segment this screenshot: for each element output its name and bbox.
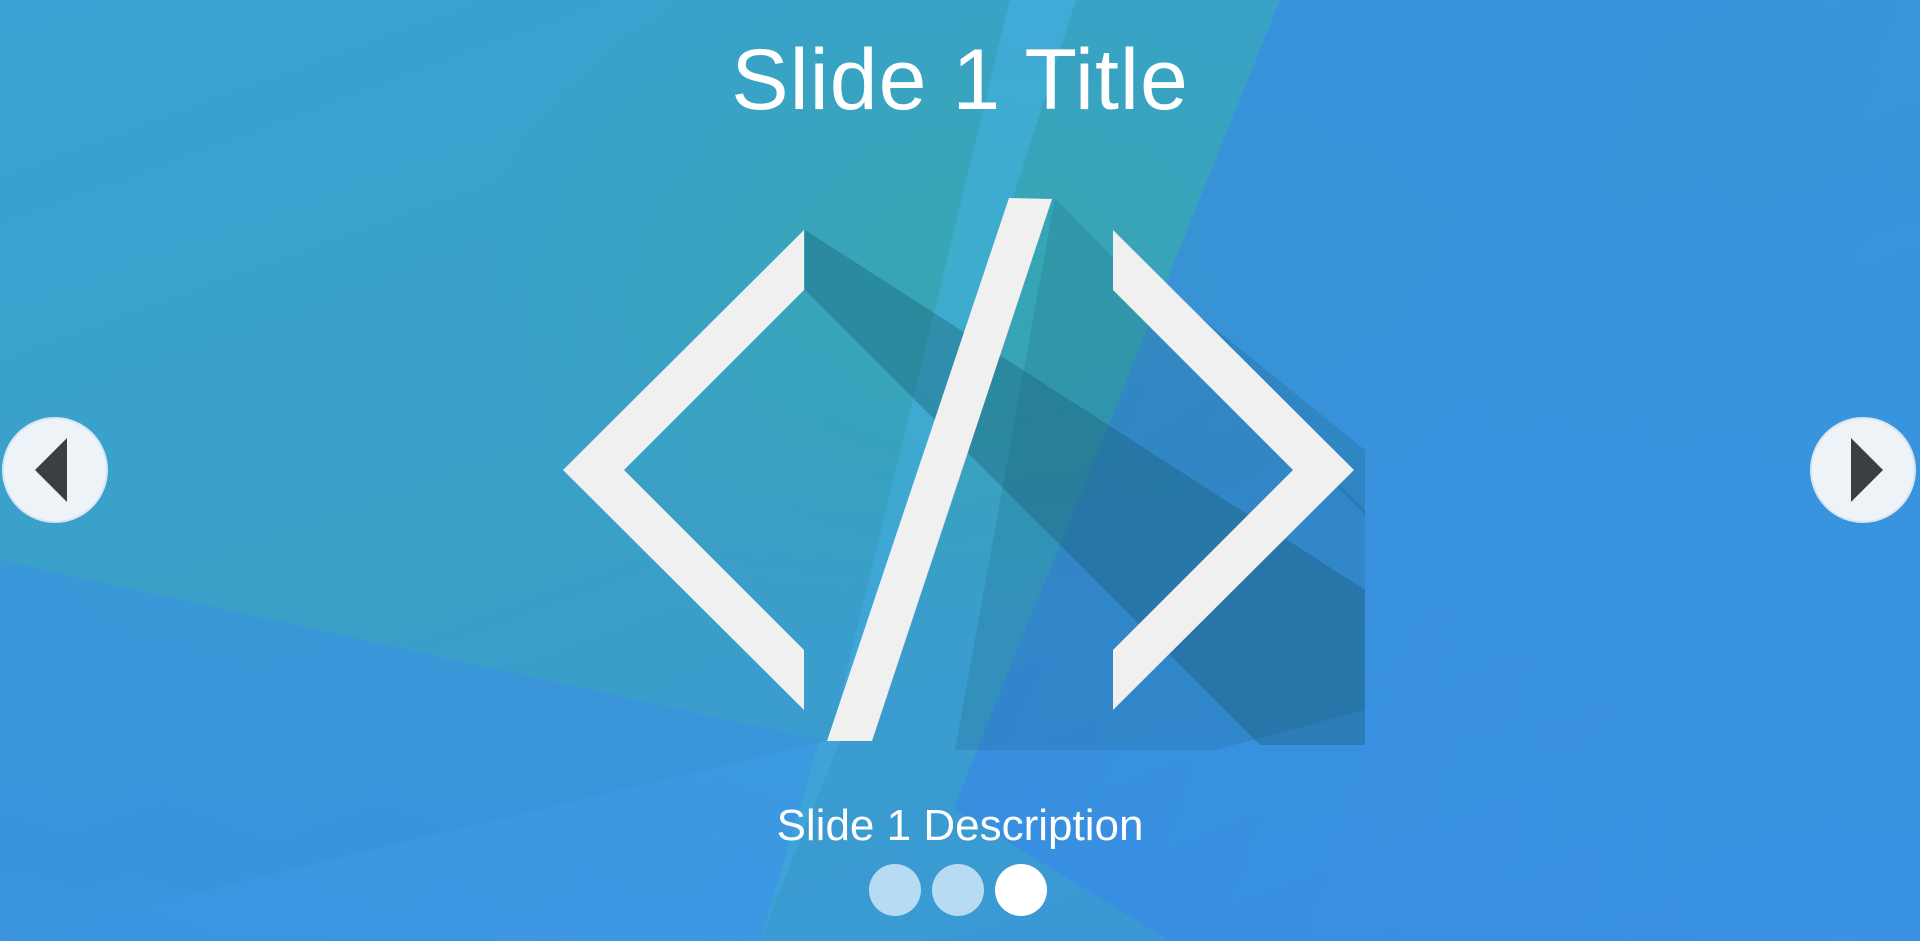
- left-bracket: [563, 230, 804, 710]
- triangle-left-icon: [35, 438, 67, 502]
- slide-indicator-dot[interactable]: [869, 864, 921, 916]
- slide-indicator-dot-active[interactable]: [995, 864, 1047, 916]
- slide-title: Slide 1 Title: [731, 32, 1189, 128]
- slide-description: Slide 1 Description: [776, 801, 1144, 850]
- next-slide-button[interactable]: [1810, 417, 1916, 523]
- image-slider: Slide 1 Title Slide 1 Description: [0, 0, 1920, 941]
- slide-indicators: [869, 864, 1047, 916]
- triangle-right-icon: [1851, 438, 1883, 502]
- previous-slide-button[interactable]: [2, 417, 108, 523]
- slide-indicator-dot[interactable]: [932, 864, 984, 916]
- code-brackets-icon: [563, 198, 1365, 750]
